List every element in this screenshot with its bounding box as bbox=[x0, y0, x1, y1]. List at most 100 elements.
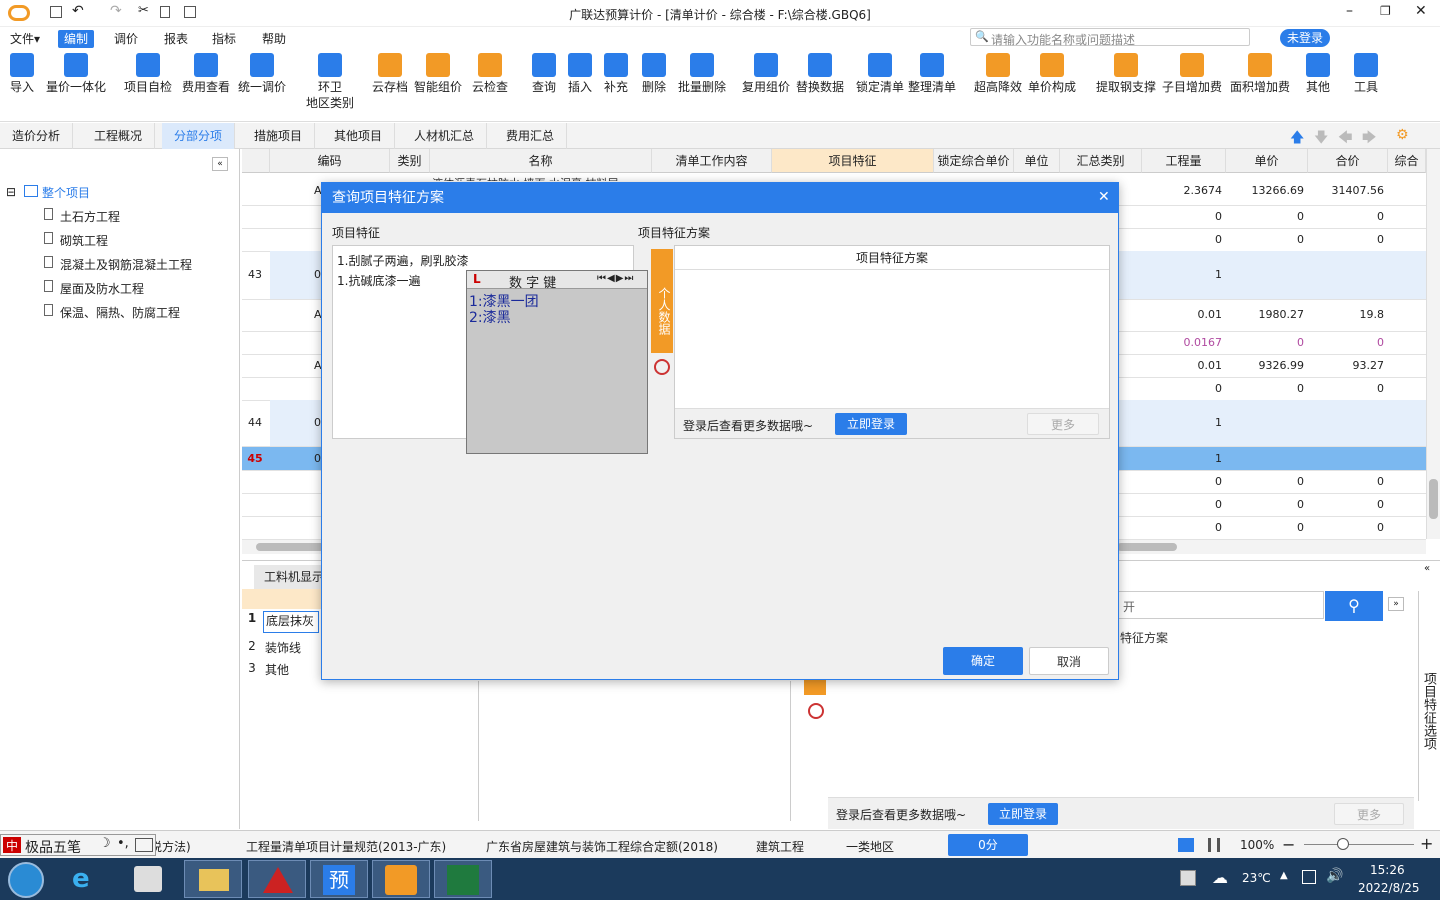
tab-overview[interactable]: 工程概况 bbox=[82, 123, 156, 149]
tree-item-earthwork[interactable]: 土石方工程 bbox=[60, 208, 120, 225]
tree-item-insulation[interactable]: 保温、隔热、防腐工程 bbox=[60, 304, 180, 321]
table-cell-qty[interactable]: 0 bbox=[1142, 521, 1222, 534]
menu-report[interactable]: 报表 bbox=[158, 30, 194, 48]
ribbon-button[interactable]: 补充 bbox=[604, 53, 628, 95]
table-cell-price[interactable]: 1980.27 bbox=[1226, 308, 1305, 321]
table-cell-total[interactable]: 0 bbox=[1308, 233, 1384, 246]
table-cell-total[interactable]: 0 bbox=[1308, 336, 1384, 349]
login-badge[interactable]: 未登录 bbox=[1280, 29, 1330, 47]
ime-width-icon[interactable]: ☽ bbox=[99, 836, 111, 851]
dialog-close-icon[interactable]: ✕ bbox=[1098, 189, 1110, 205]
zoom-out-icon[interactable]: − bbox=[1282, 835, 1295, 854]
table-cell-qty[interactable]: 0 bbox=[1142, 498, 1222, 511]
settings-icon[interactable]: ⚙ bbox=[1396, 127, 1409, 143]
feature-options-side-tab[interactable]: 项目特征选项 bbox=[1418, 591, 1438, 801]
ribbon-button[interactable]: 删除 bbox=[642, 53, 666, 95]
explorer-task[interactable] bbox=[184, 860, 242, 898]
ribbon-button[interactable]: 智能组价 bbox=[414, 53, 462, 95]
more-button[interactable]: 更多 bbox=[1334, 803, 1404, 825]
collapse-side-icon[interactable]: « bbox=[1424, 563, 1430, 574]
ribbon-button[interactable]: 子目增加费 bbox=[1162, 53, 1222, 95]
table-cell-no[interactable]: 44 bbox=[242, 416, 268, 429]
status-category[interactable]: 建筑工程 bbox=[756, 838, 804, 855]
personal-data-tab[interactable]: 个人数据 bbox=[651, 249, 673, 353]
restore-icon[interactable]: ❐ bbox=[1380, 4, 1391, 18]
status-spec[interactable]: 工程量清单项目计量规范(2013-广东) bbox=[246, 838, 446, 855]
vertical-scrollbar[interactable] bbox=[1426, 149, 1440, 539]
table-cell-price[interactable]: 0 bbox=[1226, 475, 1304, 488]
table-cell-total[interactable]: 0 bbox=[1308, 475, 1384, 488]
ie-icon[interactable]: e bbox=[72, 864, 106, 896]
ribbon-button[interactable]: 环卫 地区类别 bbox=[306, 53, 354, 111]
table-cell-no[interactable]: 43 bbox=[242, 268, 268, 281]
table-cell-total[interactable]: 0 bbox=[1308, 382, 1384, 395]
personal-tab-stub[interactable] bbox=[804, 679, 826, 695]
table-cell-total[interactable]: 0 bbox=[1308, 521, 1384, 534]
expand-pane-icon[interactable]: » bbox=[1388, 597, 1404, 611]
table-cell-price[interactable]: 13266.69 bbox=[1226, 184, 1305, 197]
tree-item-roofing[interactable]: 屋面及防水工程 bbox=[60, 280, 144, 297]
list-item[interactable]: 底层抹灰 bbox=[263, 611, 319, 633]
table-cell-qty[interactable]: 1 bbox=[1142, 268, 1222, 281]
ime-name[interactable]: 极品五笔 bbox=[25, 837, 81, 857]
scroll-thumb[interactable] bbox=[256, 543, 326, 551]
ime-punct-icon[interactable]: •, bbox=[117, 836, 129, 851]
table-cell-price[interactable]: 0 bbox=[1226, 521, 1304, 534]
ribbon-button[interactable]: 插入 bbox=[568, 53, 592, 95]
tab-sub-items[interactable]: 分部分项 bbox=[162, 123, 236, 149]
ribbon-button[interactable]: 其他 bbox=[1306, 53, 1330, 95]
grid-header-work[interactable]: 清单工作内容 bbox=[652, 149, 772, 173]
search-button[interactable]: ⚲ bbox=[1325, 591, 1383, 621]
autocad-task[interactable] bbox=[248, 860, 306, 898]
ribbon-button[interactable]: 整理清单 bbox=[908, 53, 956, 95]
zoom-in-icon[interactable]: + bbox=[1420, 834, 1433, 853]
ribbon-button[interactable]: 查询 bbox=[532, 53, 556, 95]
dialog-more-button[interactable]: 更多 bbox=[1027, 413, 1099, 435]
grid-header-unit[interactable]: 单位 bbox=[1014, 149, 1060, 173]
scroll-thumb-right[interactable] bbox=[1117, 543, 1177, 551]
zoom-slider[interactable] bbox=[1304, 844, 1414, 845]
ribbon-button[interactable]: 项目自检 bbox=[124, 53, 172, 95]
tray-app-icon[interactable] bbox=[1180, 870, 1196, 886]
grid-header-type[interactable]: 类别 bbox=[390, 149, 430, 173]
ribbon-button[interactable]: 锁定清单 bbox=[856, 53, 904, 95]
grid-header-feature[interactable]: 项目特征 bbox=[772, 149, 934, 173]
table-cell-price[interactable]: 0 bbox=[1226, 336, 1304, 349]
view-split-icon[interactable] bbox=[1208, 838, 1220, 852]
ribbon-button[interactable]: 统一调价 bbox=[238, 53, 286, 95]
arrow-up-icon[interactable]: 🡅 bbox=[1290, 127, 1304, 151]
menu-adjust[interactable]: 调价 bbox=[108, 30, 144, 48]
clock-time[interactable]: 15:26 bbox=[1370, 863, 1405, 877]
tab-labor-material[interactable]: 工料机显示 bbox=[254, 565, 324, 589]
table-cell-total[interactable]: 31407.56 bbox=[1308, 184, 1385, 197]
table-cell-qty[interactable]: 0.01 bbox=[1142, 308, 1223, 321]
menu-help[interactable]: 帮助 bbox=[256, 30, 292, 48]
ribbon-button[interactable]: 云检查 bbox=[472, 53, 508, 95]
ribbon-button[interactable]: 费用查看 bbox=[182, 53, 230, 95]
arrow-left-icon[interactable]: 🡄 bbox=[1338, 127, 1352, 151]
tree-item-concrete[interactable]: 混凝土及钢筋混凝土工程 bbox=[60, 256, 192, 273]
menu-file[interactable]: 文件▾ bbox=[4, 30, 46, 48]
ribbon-button[interactable]: 超高降效 bbox=[974, 53, 1022, 95]
ribbon-button[interactable]: 导入 bbox=[10, 53, 34, 95]
grid-header-lock-price[interactable]: 锁定综合单价 bbox=[934, 149, 1014, 173]
status-quota[interactable]: 广东省房屋建筑与装饰工程综合定额(2018) bbox=[486, 838, 718, 855]
ribbon-button[interactable]: 单价构成 bbox=[1028, 53, 1076, 95]
ribbon-button[interactable]: 云存档 bbox=[372, 53, 408, 95]
table-cell-qty[interactable]: 0 bbox=[1142, 382, 1222, 395]
media-player-icon[interactable] bbox=[134, 866, 162, 892]
list-item[interactable]: 装饰线 bbox=[265, 639, 301, 656]
ime-mode-icon[interactable]: 中 bbox=[3, 837, 21, 853]
function-search-box[interactable]: 🔍 请输入功能名称或问题描述 bbox=[970, 28, 1250, 47]
ribbon-button[interactable]: 量价一体化 bbox=[46, 53, 106, 95]
table-cell-qty[interactable]: 1 bbox=[1142, 452, 1222, 465]
dialog-login-button[interactable]: 立即登录 bbox=[835, 413, 907, 435]
tree-item-masonry[interactable]: 砌筑工程 bbox=[60, 232, 108, 249]
ribbon-button[interactable]: 面积增加费 bbox=[1230, 53, 1290, 95]
minimize-icon[interactable]: – bbox=[1346, 3, 1353, 19]
ime-keyboard-icon[interactable] bbox=[135, 838, 153, 852]
cloud-icon[interactable] bbox=[808, 703, 824, 719]
grid-header-price[interactable]: 单价 bbox=[1226, 149, 1308, 173]
tab-material-summary[interactable]: 人材机汇总 bbox=[402, 123, 488, 149]
ribbon-button[interactable]: 工具 bbox=[1354, 53, 1378, 95]
